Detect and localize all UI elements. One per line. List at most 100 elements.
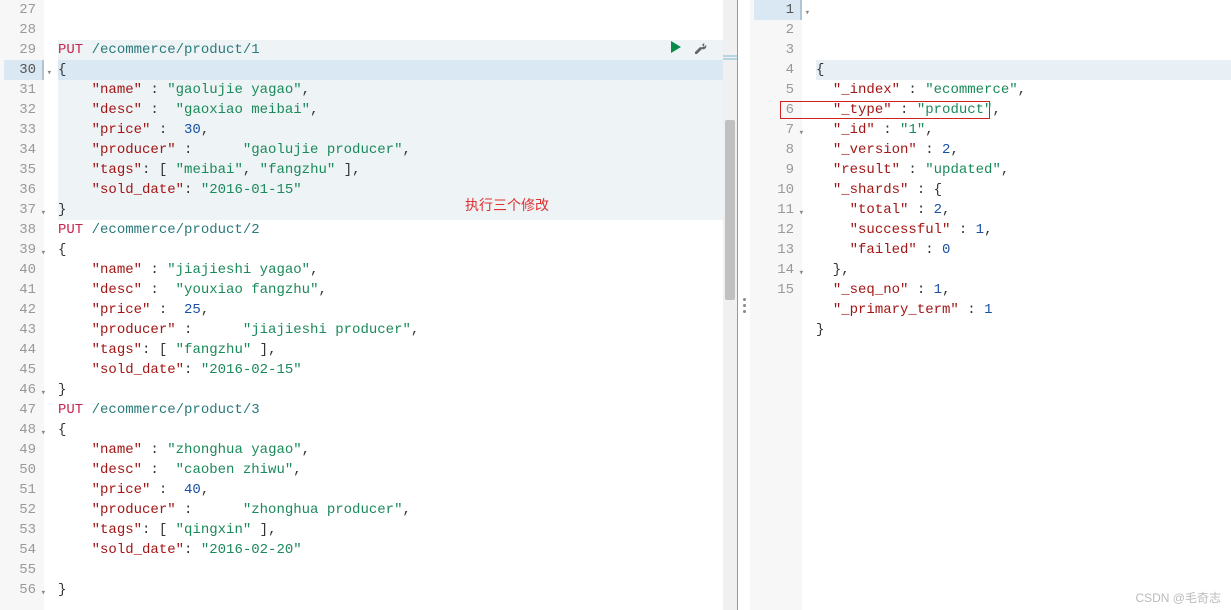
line-number[interactable]: 40 xyxy=(4,260,36,280)
code-line[interactable]: } xyxy=(816,320,1231,340)
line-number[interactable]: 46 xyxy=(4,380,36,400)
code-line[interactable]: "tags": [ "fangzhu" ], xyxy=(58,340,723,360)
watermark: CSDN @毛奇志 xyxy=(1135,589,1221,606)
code-line[interactable]: "name" : "zhonghua yagao", xyxy=(58,440,723,460)
line-number[interactable]: 45 xyxy=(4,360,36,380)
line-number[interactable]: 2 xyxy=(754,20,794,40)
code-line[interactable]: "desc" : "gaoxiao meibai", xyxy=(58,100,723,120)
line-number[interactable]: 10 xyxy=(754,180,794,200)
line-number[interactable]: 31 xyxy=(4,80,36,100)
code-line[interactable]: "failed" : 0 xyxy=(816,240,1231,260)
line-number[interactable]: 9 xyxy=(754,160,794,180)
right-code[interactable]: { "_index" : "ecommerce", "_type" : "pro… xyxy=(802,0,1231,610)
line-number[interactable]: 30 xyxy=(4,60,44,80)
code-line[interactable]: PUT /ecommerce/product/1 xyxy=(58,40,723,60)
code-line[interactable]: "_seq_no" : 1, xyxy=(816,280,1231,300)
code-line[interactable]: "name" : "gaolujie yagao", xyxy=(58,80,723,100)
line-number[interactable]: 11 xyxy=(754,200,794,220)
line-number[interactable]: 35 xyxy=(4,160,36,180)
code-line[interactable]: "producer" : "jiajieshi producer", xyxy=(58,320,723,340)
code-line[interactable]: { xyxy=(58,240,723,260)
pane-divider[interactable] xyxy=(738,0,750,610)
code-line[interactable]: } xyxy=(58,380,723,400)
code-line[interactable]: "desc" : "youxiao fangzhu", xyxy=(58,280,723,300)
code-line[interactable]: { xyxy=(58,60,723,80)
line-number[interactable]: 43 xyxy=(4,320,36,340)
code-line[interactable]: "successful" : 1, xyxy=(816,220,1231,240)
line-number[interactable]: 34 xyxy=(4,140,36,160)
line-number[interactable]: 28 xyxy=(4,20,36,40)
line-number[interactable]: 13 xyxy=(754,240,794,260)
code-line[interactable]: "sold_date": "2016-02-15" xyxy=(58,360,723,380)
left-code[interactable]: PUT /ecommerce/product/1{ "name" : "gaol… xyxy=(44,0,723,610)
code-line[interactable]: "total" : 2, xyxy=(816,200,1231,220)
line-number[interactable]: 33 xyxy=(4,120,36,140)
code-line[interactable]: "sold_date": "2016-01-15" xyxy=(58,180,723,200)
code-line[interactable]: "_index" : "ecommerce", xyxy=(816,80,1231,100)
line-number[interactable]: 36 xyxy=(4,180,36,200)
line-number[interactable]: 50 xyxy=(4,460,36,480)
code-line[interactable]: "sold_date": "2016-02-20" xyxy=(58,540,723,560)
line-number[interactable]: 55 xyxy=(4,560,36,580)
line-number[interactable]: 32 xyxy=(4,100,36,120)
code-line[interactable]: "tags": [ "meibai", "fangzhu" ], xyxy=(58,160,723,180)
code-line[interactable]: } xyxy=(58,580,723,600)
line-number[interactable]: 5 xyxy=(754,80,794,100)
code-line[interactable]: { xyxy=(816,60,1231,80)
line-number[interactable]: 7 xyxy=(754,120,794,140)
wrench-icon[interactable] xyxy=(693,40,707,59)
line-number[interactable]: 39 xyxy=(4,240,36,260)
line-number[interactable]: 54 xyxy=(4,540,36,560)
code-line[interactable]: "_primary_term" : 1 xyxy=(816,300,1231,320)
line-number[interactable]: 47 xyxy=(4,400,36,420)
code-line[interactable]: "price" : 30, xyxy=(58,120,723,140)
code-line[interactable]: "name" : "jiajieshi yagao", xyxy=(58,260,723,280)
line-number[interactable]: 29 xyxy=(4,40,36,60)
line-number[interactable]: 41 xyxy=(4,280,36,300)
code-line[interactable]: "desc" : "caoben zhiwu", xyxy=(58,460,723,480)
code-line[interactable]: { xyxy=(58,420,723,440)
line-number[interactable]: 15 xyxy=(754,280,794,300)
code-line[interactable]: PUT /ecommerce/product/3 xyxy=(58,400,723,420)
right-gutter[interactable]: 123456789101112131415 xyxy=(750,0,802,610)
code-line[interactable]: PUT /ecommerce/product/2 xyxy=(58,220,723,240)
code-line[interactable]: "tags": [ "qingxin" ], xyxy=(58,520,723,540)
line-number[interactable]: 3 xyxy=(754,40,794,60)
code-line[interactable]: "producer" : "gaolujie producer", xyxy=(58,140,723,160)
code-line[interactable] xyxy=(58,560,723,580)
left-gutter[interactable]: 2728293031323334353637383940414243444546… xyxy=(0,0,44,610)
line-number[interactable]: 4 xyxy=(754,60,794,80)
line-number[interactable]: 14 xyxy=(754,260,794,280)
code-line[interactable] xyxy=(58,20,723,40)
code-line[interactable]: "price" : 25, xyxy=(58,300,723,320)
line-number[interactable]: 52 xyxy=(4,500,36,520)
code-line[interactable]: "_version" : 2, xyxy=(816,140,1231,160)
code-line[interactable]: } xyxy=(58,200,723,220)
response-pane: 123456789101112131415 { "_index" : "ecom… xyxy=(750,0,1231,610)
code-line[interactable]: "producer" : "zhonghua producer", xyxy=(58,500,723,520)
line-number[interactable]: 8 xyxy=(754,140,794,160)
code-line[interactable]: "result" : "updated", xyxy=(816,160,1231,180)
code-line[interactable]: "price" : 40, xyxy=(58,480,723,500)
line-number[interactable]: 49 xyxy=(4,440,36,460)
line-number[interactable]: 53 xyxy=(4,520,36,540)
code-line[interactable]: }, xyxy=(816,260,1231,280)
code-line[interactable] xyxy=(816,340,1231,360)
line-number[interactable]: 44 xyxy=(4,340,36,360)
line-number[interactable]: 12 xyxy=(754,220,794,240)
line-number[interactable]: 27 xyxy=(4,0,36,20)
line-number[interactable]: 51 xyxy=(4,480,36,500)
code-line[interactable]: "_shards" : { xyxy=(816,180,1231,200)
line-number[interactable]: 1 xyxy=(754,0,802,20)
code-line[interactable]: "_id" : "1", xyxy=(816,120,1231,140)
annotation-text: 执行三个修改 xyxy=(465,195,549,215)
line-number[interactable]: 37 xyxy=(4,200,36,220)
code-line[interactable] xyxy=(58,0,723,20)
line-number[interactable]: 42 xyxy=(4,300,36,320)
left-scrollbar[interactable] xyxy=(723,0,737,610)
line-number[interactable]: 56 xyxy=(4,580,36,600)
line-number[interactable]: 38 xyxy=(4,220,36,240)
run-icon[interactable] xyxy=(669,40,683,59)
code-line[interactable]: "_type" : "product", xyxy=(816,100,1231,120)
line-number[interactable]: 48 xyxy=(4,420,36,440)
